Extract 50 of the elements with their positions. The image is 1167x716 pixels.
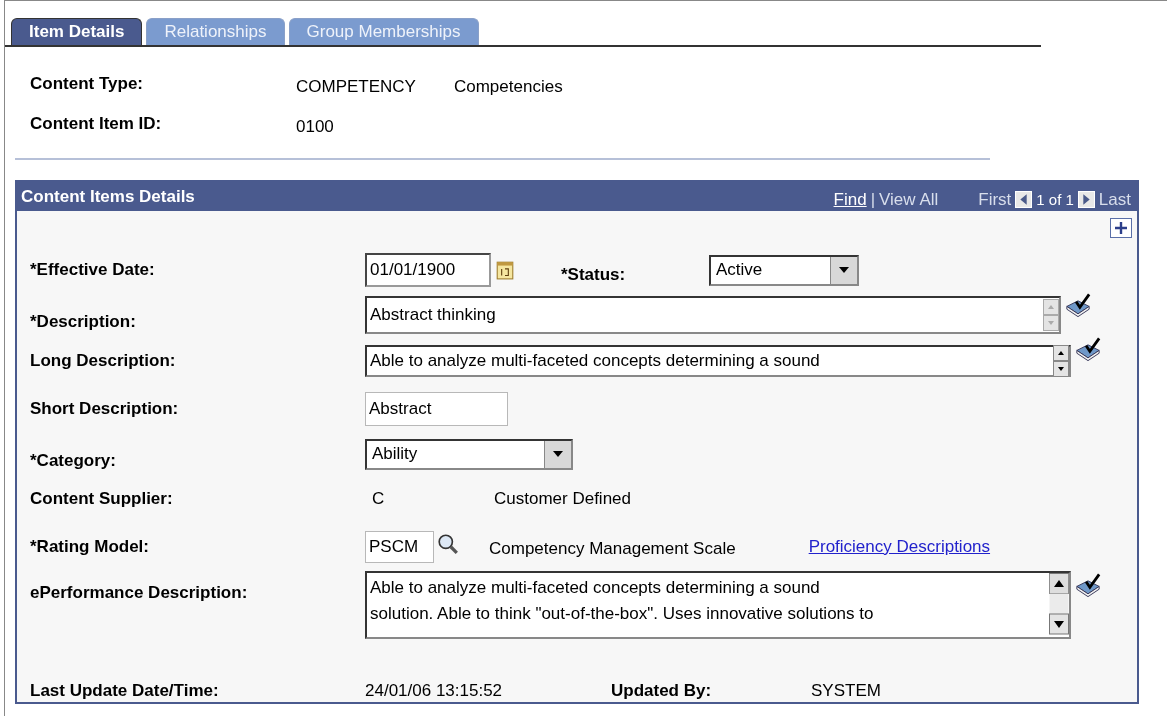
spell-check-icon[interactable] bbox=[1075, 573, 1101, 598]
add-row-icon[interactable] bbox=[1110, 218, 1132, 238]
first-label: First bbox=[978, 189, 1012, 210]
field-value: Competencies bbox=[453, 76, 563, 98]
search-icon[interactable] bbox=[437, 533, 459, 555]
field-label: Updated By: bbox=[611, 681, 713, 701]
field-label: Content Supplier: bbox=[30, 489, 174, 509]
rating-model-field[interactable]: PSCM bbox=[365, 531, 434, 563]
previous-icon[interactable] bbox=[1015, 191, 1033, 208]
field-label: Last Update Date/Time: bbox=[30, 681, 220, 701]
short-description-field[interactable]: Abstract bbox=[365, 392, 508, 426]
date-field[interactable]: 01/01/1900 bbox=[365, 253, 491, 287]
last-label: Last bbox=[1098, 189, 1131, 210]
view-all-link[interactable]: View All bbox=[879, 189, 939, 210]
field-label: Content Item ID: bbox=[30, 114, 163, 135]
field-label: Content Type: bbox=[30, 74, 144, 95]
field-value: Customer Defined bbox=[494, 489, 631, 509]
spell-check-icon[interactable] bbox=[1065, 293, 1091, 318]
caret-icon bbox=[553, 451, 563, 457]
spell-check-icon[interactable] bbox=[1075, 337, 1101, 362]
spinner-icon[interactable] bbox=[1053, 345, 1069, 377]
tab[interactable]: Item Details bbox=[11, 18, 143, 45]
eperformance-description-field[interactable]: Able to analyze multi-faceted concepts determining a sound solution. Able to think "out-of-the-box". Uses innovative solutions to bbox=[365, 571, 1071, 639]
panel-title: Content Items Details bbox=[21, 186, 195, 207]
field-label: *Category: bbox=[30, 450, 117, 471]
field-label: ePerformance Description: bbox=[30, 582, 249, 603]
find-link[interactable]: Find bbox=[833, 189, 867, 210]
field-label: *Status: bbox=[561, 264, 627, 285]
field-label: *Effective Date: bbox=[30, 260, 156, 280]
field-value: 0100 bbox=[296, 116, 334, 138]
caret-icon bbox=[839, 267, 849, 273]
scrollbar-icon[interactable] bbox=[1049, 573, 1069, 635]
next-icon[interactable] bbox=[1077, 191, 1095, 208]
field-value: C bbox=[371, 489, 386, 509]
separator: | bbox=[870, 189, 876, 210]
record-count: 1 of 1 bbox=[1036, 191, 1074, 208]
field-label: Long Description: bbox=[30, 351, 177, 371]
status-dropdown[interactable]: Active bbox=[709, 254, 859, 286]
description-field[interactable]: Abstract thinking bbox=[365, 296, 1061, 334]
field-label: *Description: bbox=[30, 311, 137, 332]
calendar-icon[interactable] bbox=[496, 260, 514, 280]
proficiency-descriptions-link[interactable]: Proficiency Descriptions bbox=[808, 537, 991, 557]
field-label: *Rating Model: bbox=[30, 537, 150, 557]
long-description-field[interactable]: Able to analyze multi-faceted concepts determining a sound bbox=[365, 345, 1071, 377]
field-value: SYSTEM bbox=[811, 681, 881, 701]
field-value: 24/01/06 13:15:52 bbox=[365, 681, 504, 701]
field-label: Short Description: bbox=[30, 399, 180, 419]
field-value: Competency Management Scale bbox=[489, 538, 736, 559]
category-dropdown[interactable]: Ability bbox=[365, 438, 573, 470]
field-value: COMPETENCY bbox=[296, 76, 416, 98]
